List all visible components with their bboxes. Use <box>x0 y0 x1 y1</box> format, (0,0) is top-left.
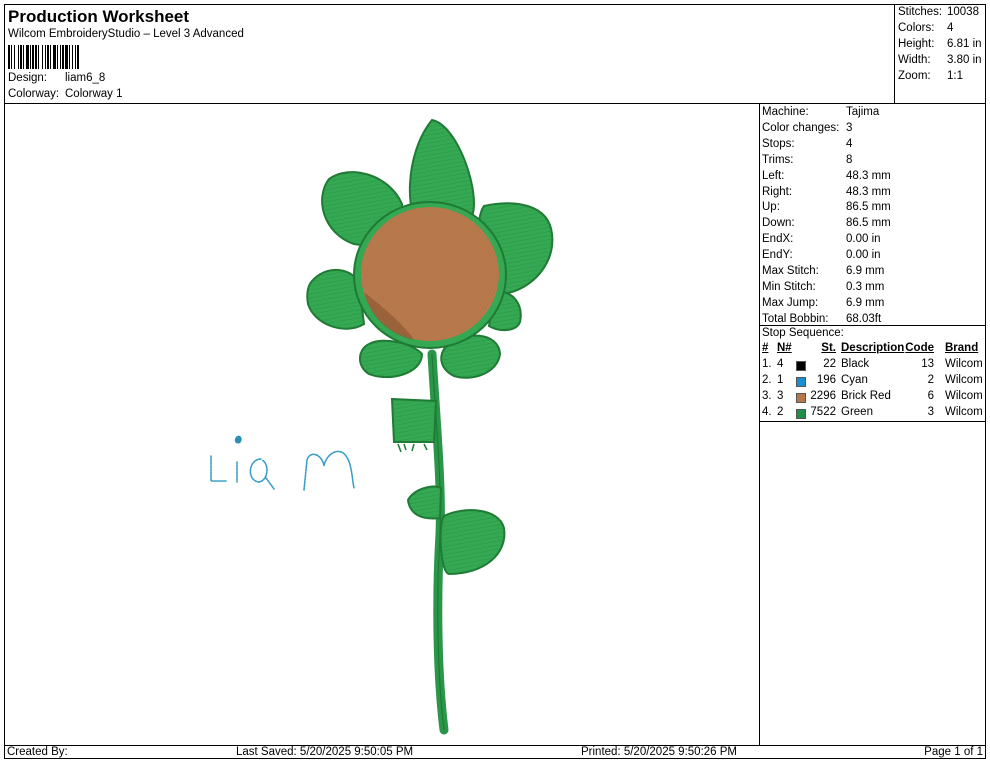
stat-width: Width: 3.80 in <box>898 54 982 66</box>
info-value: 48.3 mm <box>846 185 891 198</box>
info-value: 0.00 in <box>846 233 881 246</box>
info-value: 48.3 mm <box>846 169 891 182</box>
machine-info-row: Trims: 8 <box>762 154 852 169</box>
info-label: EndY: <box>762 249 793 262</box>
worksheet-footer: Created By: Last Saved: 5/20/2025 9:50:0… <box>4 745 986 759</box>
table-row: 1. 4 22 Black 13 Wilcom <box>762 358 983 371</box>
last-saved: Last Saved: 5/20/2025 9:50:05 PM <box>236 746 414 758</box>
page-number: Page 1 of 1 <box>924 746 983 758</box>
info-value: 86.5 mm <box>846 217 891 230</box>
table-row: 2. 1 196 Cyan 2 Wilcom <box>762 374 983 387</box>
machine-info-row: Right: 48.3 mm <box>762 186 891 201</box>
machine-info-row: Up: 86.5 mm <box>762 201 891 216</box>
info-label: Max Jump: <box>762 296 819 309</box>
machine-info-row: Down: 86.5 mm <box>762 217 891 232</box>
machine-info-row: Color changes: 3 <box>762 122 852 137</box>
machine-info-row: Stops: 4 <box>762 138 852 153</box>
stat-colors: Colors: 4 <box>898 22 954 34</box>
design-value: liam6_8 <box>65 72 106 84</box>
info-label: Machine: <box>762 106 809 118</box>
machine-info-row: Left: 48.3 mm <box>762 170 891 185</box>
stat-stitches: Stitches: 10038 <box>898 6 979 18</box>
info-label: EndX: <box>762 233 794 246</box>
color-swatch <box>796 377 806 387</box>
stat-height: Height: 6.81 in <box>898 38 982 50</box>
software-subtitle: Wilcom EmbroideryStudio – Level 3 Advanc… <box>8 28 244 40</box>
flower-center <box>353 201 507 349</box>
divider <box>760 421 986 422</box>
table-row: 4. 2 7522 Green 3 Wilcom <box>762 406 983 419</box>
colorway-label: Colorway: <box>8 88 60 100</box>
design-label: Design: <box>8 72 47 84</box>
big-leaf <box>439 509 506 576</box>
info-value: 3 <box>846 121 853 134</box>
divider <box>760 325 986 326</box>
info-value: 0.00 in <box>846 249 881 262</box>
machine-info-row: Machine: Tajima <box>762 106 879 121</box>
stats-panel: Stitches: 10038 Colors: 4 Height: 6.81 in W… <box>895 4 986 104</box>
machine-info-row: EndY: 0.00 in <box>762 249 881 264</box>
machine-info-row: Min Stitch: 0.3 mm <box>762 281 884 296</box>
info-label: Up: <box>762 201 780 214</box>
letter-dot <box>234 435 242 444</box>
info-label: Down: <box>762 217 795 230</box>
info-value: 6.9 mm <box>846 265 885 277</box>
info-value: 8 <box>846 153 853 166</box>
info-value: 86.5 mm <box>846 201 891 214</box>
info-value: 68.03ft <box>846 312 882 325</box>
machine-info-row: EndX: 0.00 in <box>762 233 881 248</box>
machine-info-row: Max Jump: 6.9 mm <box>762 297 884 312</box>
color-swatch <box>796 361 806 371</box>
colorway-value: Colorway 1 <box>65 88 123 100</box>
info-value: 0.3 mm <box>846 280 885 293</box>
color-swatch <box>796 409 806 419</box>
table-header: # N# St. Description Code Brand <box>762 342 979 354</box>
info-value: Tajima <box>846 106 880 118</box>
table-row: 3. 3 2296 Brick Red 6 Wilcom <box>762 390 983 403</box>
info-label: Max Stitch: <box>762 265 819 277</box>
flag-leaf <box>390 397 438 453</box>
machine-info-row: Max Stitch: 6.9 mm <box>762 265 884 280</box>
color-swatch <box>796 393 806 403</box>
info-label: Min Stitch: <box>762 280 816 293</box>
info-label: Right: <box>762 185 793 198</box>
stop-sequence-table: # N# St. Description Code Brand 1. 4 22 Bla… <box>760 342 986 422</box>
flower-design-image <box>210 118 554 735</box>
design-row: Design: liam6_8 <box>8 72 105 84</box>
barcode <box>8 45 79 69</box>
worksheet-header: Production Worksheet Wilcom EmbroiderySt… <box>4 4 895 104</box>
stat-zoom: Zoom: 1:1 <box>898 70 963 82</box>
info-value: 4 <box>846 137 853 150</box>
created-by: Created By: <box>7 746 68 758</box>
page-title: Production Worksheet <box>8 7 190 26</box>
info-label: Left: <box>762 169 785 182</box>
printed-date: Printed: 5/20/2025 9:50:26 PM <box>581 746 737 758</box>
info-label: Total Bobbin: <box>762 312 829 325</box>
info-label: Trims: <box>762 153 794 166</box>
info-value: 6.9 mm <box>846 296 885 309</box>
machine-info-panel: Machine: Tajima Color changes: 3 Stops: 4 Trim… <box>760 104 986 745</box>
colorway-row: Colorway: Colorway 1 <box>8 88 123 100</box>
info-label: Color changes: <box>762 121 840 134</box>
small-leaf <box>406 485 443 520</box>
stop-sequence-title: Stop Sequence: <box>762 327 844 339</box>
design-preview <box>4 104 760 745</box>
design-lettering <box>210 450 355 491</box>
info-label: Stops: <box>762 137 795 150</box>
